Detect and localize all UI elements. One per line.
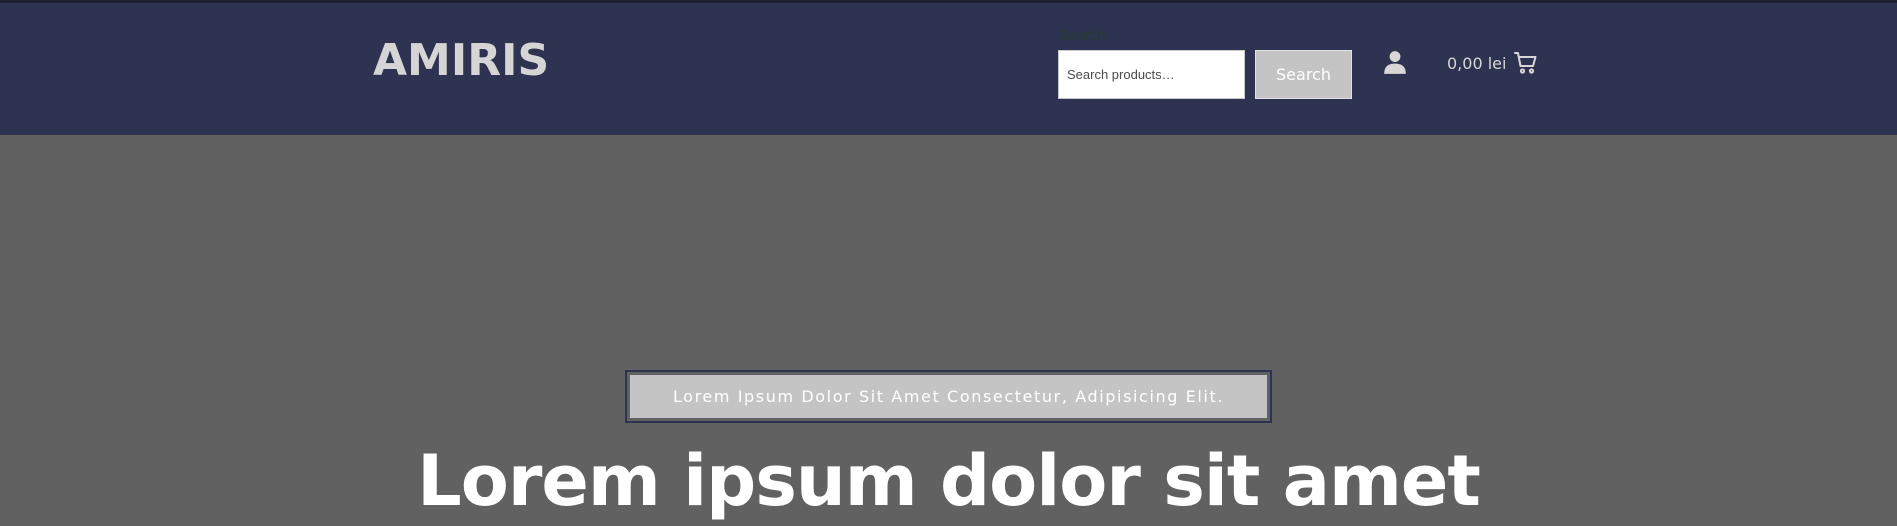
hero-title: Lorem ipsum dolor sit amet bbox=[417, 440, 1481, 522]
search-label: Search bbox=[1058, 27, 1106, 44]
cart-link[interactable]: 0,00 lei bbox=[1447, 50, 1538, 76]
site-logo[interactable]: AMIRIS bbox=[373, 35, 549, 86]
search-button[interactable]: Search bbox=[1255, 50, 1352, 99]
user-icon[interactable] bbox=[1382, 49, 1408, 75]
cart-amount: 0,00 lei bbox=[1447, 53, 1507, 73]
site-header: AMIRIS Search Search 0,00 lei bbox=[0, 3, 1897, 135]
hero-tagline: Lorem Ipsum Dolor Sit Amet Consectetur, … bbox=[630, 375, 1267, 418]
search-input[interactable] bbox=[1058, 50, 1245, 99]
cart-icon bbox=[1514, 51, 1538, 75]
hero-tagline-box: Lorem Ipsum Dolor Sit Amet Consectetur, … bbox=[625, 370, 1272, 423]
